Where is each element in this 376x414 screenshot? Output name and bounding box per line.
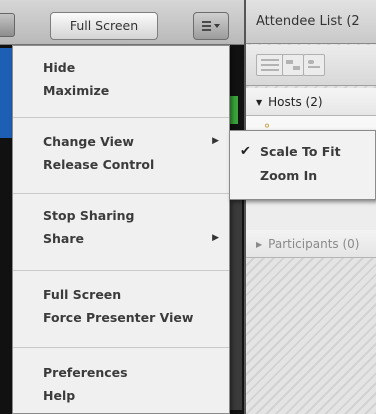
full-screen-button[interactable]: Full Screen: [50, 12, 158, 40]
menu-item-label: Force Presenter View: [43, 310, 194, 325]
submenu-arrow-icon: ▶: [212, 136, 219, 146]
submenu-arrow-icon: ▶: [212, 233, 219, 243]
checkmark-icon: ✔: [240, 144, 251, 159]
expanded-arrow-icon: ▼: [256, 98, 263, 107]
pod-menu-icon: [202, 21, 220, 31]
menu-item-label: Change View: [43, 134, 134, 149]
menu-separator: [13, 270, 229, 271]
menu-separator: [13, 347, 229, 348]
submenu-item-label: Zoom In: [260, 168, 318, 183]
menu-group-4: Full Screen Force Presenter View: [13, 283, 229, 329]
menu-separator: [13, 193, 229, 194]
pod-menu-button[interactable]: [193, 12, 229, 40]
menu-separator: [13, 117, 229, 118]
attendee-list-title: Attendee List (2: [246, 0, 376, 44]
share-toolbar: Full Screen: [0, 0, 244, 45]
change-view-submenu: ✔ Scale To Fit Zoom In: [229, 130, 376, 200]
list-view-icon[interactable]: [256, 54, 284, 76]
menu-item-label: Full Screen: [43, 287, 122, 302]
toolbar-left-button[interactable]: [0, 13, 15, 37]
menu-item-full-screen[interactable]: Full Screen: [13, 283, 229, 306]
attendee-toolbar: [246, 45, 376, 86]
menu-item-label: Hide: [43, 60, 76, 75]
menu-item-help[interactable]: Help: [13, 384, 229, 407]
grid-view-icon[interactable]: [282, 54, 304, 76]
menu-group-2: Change View ▶ Release Control: [13, 130, 229, 176]
collapsed-arrow-icon: ▶: [256, 240, 263, 249]
menu-item-hide[interactable]: Hide: [13, 56, 229, 79]
menu-item-maximize[interactable]: Maximize: [13, 79, 229, 102]
submenu-item-zoom-in[interactable]: Zoom In: [230, 164, 375, 188]
pod-options-menu: Hide Maximize Change View ▶ Release Contr…: [12, 45, 230, 414]
menu-item-label: Help: [43, 388, 76, 403]
menu-item-share[interactable]: Share ▶: [13, 227, 229, 250]
menu-group-5: Preferences Help: [13, 361, 229, 407]
menu-item-change-view[interactable]: Change View ▶: [13, 130, 229, 153]
menu-group-3: Stop Sharing Share ▶: [13, 204, 229, 250]
menu-item-stop-sharing[interactable]: Stop Sharing: [13, 204, 229, 227]
participants-group[interactable]: ▶ Participants (0): [246, 230, 376, 258]
submenu-item-scale-to-fit[interactable]: ✔ Scale To Fit: [230, 140, 375, 164]
menu-item-release-control[interactable]: Release Control: [13, 153, 229, 176]
attendee-pod: Attendee List (2 ▼ Hosts (2) ⚬ ▶ Participa…: [244, 0, 376, 414]
menu-item-force-presenter-view[interactable]: Force Presenter View: [13, 306, 229, 329]
menu-item-label: Maximize: [43, 83, 110, 98]
menu-item-label: Release Control: [43, 157, 155, 172]
status-view-icon[interactable]: [303, 54, 325, 76]
menu-item-label: Stop Sharing: [43, 208, 135, 223]
menu-group-1: Hide Maximize: [13, 56, 229, 102]
hosts-group[interactable]: ▼ Hosts (2): [246, 88, 376, 116]
submenu-item-label: Scale To Fit: [260, 144, 341, 159]
participants-label: Participants (0): [268, 237, 360, 251]
menu-item-label: Preferences: [43, 365, 128, 380]
shared-content-blue-strip: [0, 48, 12, 138]
menu-item-label: Share: [43, 231, 84, 246]
hosts-label: Hosts (2): [268, 95, 323, 109]
menu-item-preferences[interactable]: Preferences: [13, 361, 229, 384]
